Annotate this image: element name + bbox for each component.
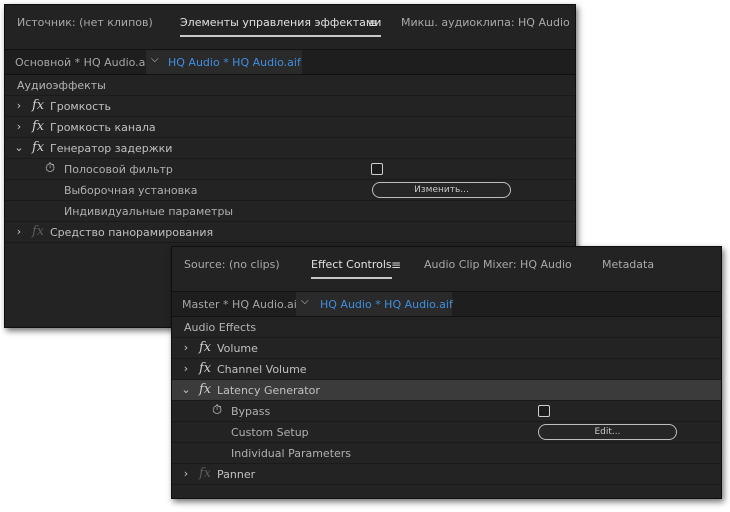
- param-label-individual-parameters: Индивидуальные параметры: [64, 205, 234, 218]
- param-label-individual-parameters: Individual Parameters: [231, 447, 352, 460]
- chevron-right-icon[interactable]: ›: [14, 99, 24, 112]
- fx-icon[interactable]: fx: [32, 224, 44, 239]
- effect-label-channel-volume: Channel Volume: [217, 363, 307, 376]
- param-row-custom-setup: Выборочная установка Изменить...: [5, 180, 575, 201]
- audio-effects-header: Аудиоэффекты: [17, 79, 106, 92]
- panel-tab-bar: Source: (no clips) Effect Controls ≡ Aud…: [172, 247, 721, 292]
- chevron-down-icon[interactable]: ⌵: [301, 296, 309, 307]
- fx-icon[interactable]: fx: [199, 340, 211, 355]
- effect-controls-panel-english: Source: (no clips) Effect Controls ≡ Aud…: [171, 246, 722, 499]
- tab-effect-controls[interactable]: Effect Controls: [311, 258, 392, 279]
- audio-effects-header: Audio Effects: [184, 321, 257, 334]
- effect-label-volume: Volume: [217, 342, 258, 355]
- chevron-right-icon[interactable]: ›: [181, 362, 191, 375]
- param-row-individual-parameters[interactable]: Индивидуальные параметры: [5, 201, 575, 222]
- tab-audio-clip-mixer[interactable]: Audio Clip Mixer: HQ Audio: [424, 258, 572, 271]
- hamburger-menu-icon[interactable]: ≡: [368, 16, 378, 30]
- param-row-bypass: ⏱ Bypass: [172, 401, 721, 422]
- effect-row-latency-generator[interactable]: ⌄ fx Генератор задержки: [5, 138, 575, 159]
- effect-label-channel-volume: Громкость канала: [50, 121, 156, 134]
- chevron-down-icon[interactable]: ⌄: [181, 383, 191, 396]
- effect-label-latency-generator: Генератор задержки: [50, 142, 173, 155]
- panel-tab-bar: Источник: (нет клипов) Элементы управлен…: [5, 5, 575, 50]
- fx-icon[interactable]: fx: [32, 119, 44, 134]
- effect-row-latency-generator[interactable]: ⌄ fx Latency Generator: [172, 380, 721, 401]
- chevron-down-icon[interactable]: ⌵: [151, 54, 159, 65]
- clip-selector-bar: Основной * HQ Audio.aif ⌵ HQ Audio * HQ …: [5, 50, 575, 75]
- param-label-custom-setup: Выборочная установка: [64, 184, 198, 197]
- section-header-row: Аудиоэффекты: [5, 75, 575, 96]
- edit-button[interactable]: Edit...: [538, 424, 677, 440]
- tab-source[interactable]: Источник: (нет клипов): [17, 16, 153, 29]
- tab-effect-controls[interactable]: Элементы управления эффектами: [180, 16, 382, 37]
- fx-icon[interactable]: fx: [199, 382, 211, 397]
- param-label-bypass: Bypass: [231, 405, 271, 418]
- effect-row-panner[interactable]: › fx Средство панорамирования: [5, 222, 575, 243]
- sequence-clip-selector[interactable]: ⌵ HQ Audio * HQ Audio.aif: [146, 50, 302, 74]
- edit-button[interactable]: Изменить...: [372, 182, 511, 198]
- param-row-bypass: ⏱ Полосовой фильтр: [5, 159, 575, 180]
- section-header-row: Audio Effects: [172, 317, 721, 338]
- tab-metadata[interactable]: Metadata: [602, 258, 654, 271]
- param-row-individual-parameters[interactable]: Individual Parameters: [172, 443, 721, 464]
- stopwatch-icon[interactable]: ⏱: [212, 403, 222, 418]
- param-label-bypass: Полосовой фильтр: [64, 163, 173, 176]
- effect-label-panner: Panner: [217, 468, 256, 481]
- effect-label-latency-generator: Latency Generator: [217, 384, 320, 397]
- fx-icon[interactable]: fx: [32, 98, 44, 113]
- chevron-right-icon[interactable]: ›: [14, 225, 24, 238]
- hamburger-menu-icon[interactable]: ≡: [391, 258, 401, 272]
- chevron-right-icon[interactable]: ›: [181, 467, 191, 480]
- chevron-down-icon[interactable]: ⌄: [14, 141, 24, 154]
- fx-icon[interactable]: fx: [199, 361, 211, 376]
- master-clip-label[interactable]: Master * HQ Audio.aif: [182, 298, 301, 311]
- stopwatch-icon[interactable]: ⏱: [45, 161, 55, 176]
- sequence-clip-label[interactable]: HQ Audio * HQ Audio.aif: [320, 298, 453, 311]
- tab-audio-clip-mixer[interactable]: Микш. аудиоклипа: HQ Audio: [401, 16, 570, 29]
- param-label-custom-setup: Custom Setup: [231, 426, 309, 439]
- fx-icon[interactable]: fx: [199, 466, 211, 481]
- effect-row-volume[interactable]: › fx Volume: [172, 338, 721, 359]
- effect-row-volume[interactable]: › fx Громкость: [5, 96, 575, 117]
- master-clip-label[interactable]: Основной * HQ Audio.aif: [15, 56, 152, 69]
- effect-label-panner: Средство панорамирования: [50, 226, 214, 239]
- fx-icon[interactable]: fx: [32, 140, 44, 155]
- chevron-right-icon[interactable]: ›: [14, 120, 24, 133]
- bypass-checkbox[interactable]: [371, 163, 383, 175]
- param-row-custom-setup: Custom Setup Edit...: [172, 422, 721, 443]
- effect-label-volume: Громкость: [50, 100, 112, 113]
- sequence-clip-selector[interactable]: ⌵ HQ Audio * HQ Audio.aif: [296, 292, 453, 316]
- effect-row-channel-volume[interactable]: › fx Громкость канала: [5, 117, 575, 138]
- effect-row-panner[interactable]: › fx Panner: [172, 464, 721, 485]
- tab-source[interactable]: Source: (no clips): [184, 258, 280, 271]
- chevron-right-icon[interactable]: ›: [181, 341, 191, 354]
- effect-row-channel-volume[interactable]: › fx Channel Volume: [172, 359, 721, 380]
- bypass-checkbox[interactable]: [538, 405, 550, 417]
- sequence-clip-label[interactable]: HQ Audio * HQ Audio.aif: [168, 56, 301, 69]
- clip-selector-bar: Master * HQ Audio.aif ⌵ HQ Audio * HQ Au…: [172, 292, 721, 317]
